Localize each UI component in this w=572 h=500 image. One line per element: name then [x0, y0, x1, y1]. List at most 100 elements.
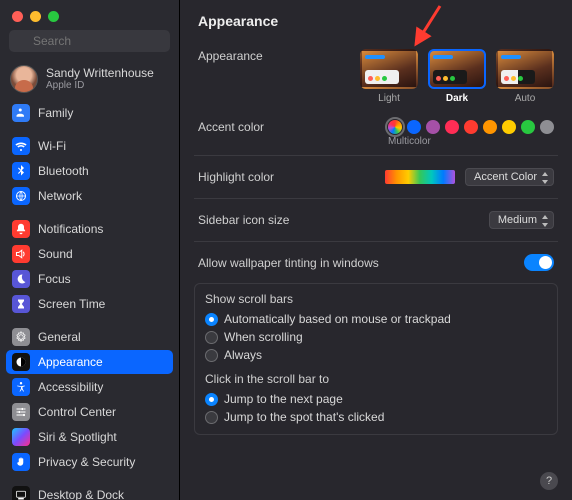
- radio-icon: [205, 393, 218, 406]
- sidebar-icon-label: Sidebar icon size: [198, 213, 298, 227]
- highlight-preview: [385, 170, 455, 184]
- accessibility-icon: [12, 378, 30, 396]
- swatch-blue[interactable]: [407, 120, 421, 134]
- window-controls: [0, 0, 179, 30]
- tinting-switch[interactable]: [524, 254, 554, 271]
- sidebar-item-label: Network: [38, 189, 82, 203]
- radio-label: Always: [224, 348, 262, 362]
- sidebar-item-screen-time[interactable]: Screen Time: [6, 292, 173, 316]
- moon-icon: [12, 270, 30, 288]
- page-title: Appearance: [180, 0, 572, 43]
- option-label: Dark: [428, 93, 486, 104]
- sidebar-nav: Family Wi-Fi Bluetooth Network Notificat…: [0, 101, 179, 500]
- swatch-multicolor[interactable]: [388, 120, 402, 134]
- sliders-icon: [12, 403, 30, 421]
- swatch-orange[interactable]: [483, 120, 497, 134]
- swatch-green[interactable]: [521, 120, 535, 134]
- sidebar-item-label: Accessibility: [38, 380, 103, 394]
- sidebar-item-label: Desktop & Dock: [38, 488, 124, 500]
- bluetooth-icon: [12, 162, 30, 180]
- main-pane: Appearance Appearance Light Dark Auto: [180, 0, 572, 500]
- swatch-red[interactable]: [464, 120, 478, 134]
- radio-label: Jump to the spot that's clicked: [224, 410, 384, 424]
- highlight-popup[interactable]: Accent Color: [465, 168, 554, 186]
- radio-label: Automatically based on mouse or trackpad: [224, 312, 451, 326]
- sidebar-item-notifications[interactable]: Notifications: [6, 217, 173, 241]
- appearance-option-light[interactable]: Light: [360, 49, 418, 104]
- chevrons-icon: [540, 172, 550, 184]
- sidebar-item-label: Wi-Fi: [38, 139, 66, 153]
- radio-icon: [205, 331, 218, 344]
- sidebar-item-wifi[interactable]: Wi-Fi: [6, 134, 173, 158]
- sidebar-item-label: Notifications: [38, 222, 103, 236]
- radio-icon: [205, 411, 218, 424]
- sidebar-item-sound[interactable]: Sound: [6, 242, 173, 266]
- scrollclick-opt-spot[interactable]: Jump to the spot that's clicked: [205, 408, 547, 426]
- scrollbars-opt-scrolling[interactable]: When scrolling: [205, 328, 547, 346]
- radio-label: Jump to the next page: [224, 392, 343, 406]
- sidebar-item-label: Control Center: [38, 405, 116, 419]
- sidebar-item-desktop-dock[interactable]: Desktop & Dock: [6, 483, 173, 500]
- scrollclick-opt-next[interactable]: Jump to the next page: [205, 390, 547, 408]
- sidebar-item-focus[interactable]: Focus: [6, 267, 173, 291]
- radio-icon: [205, 349, 218, 362]
- sidebar-item-accessibility[interactable]: Accessibility: [6, 375, 173, 399]
- help-button[interactable]: ?: [540, 472, 558, 490]
- sidebar-icon-popup[interactable]: Medium: [489, 211, 554, 229]
- sidebar-item-family[interactable]: Family: [6, 101, 173, 125]
- zoom-window-button[interactable]: [48, 11, 59, 22]
- accent-swatches: [388, 120, 554, 134]
- appearance-option-auto[interactable]: Auto: [496, 49, 554, 104]
- sidebar-item-label: Privacy & Security: [38, 455, 135, 469]
- swatch-pink[interactable]: [445, 120, 459, 134]
- option-label: Light: [360, 93, 418, 104]
- family-icon: [12, 104, 30, 122]
- search-input[interactable]: [9, 30, 170, 52]
- sidebar-item-general[interactable]: General: [6, 325, 173, 349]
- hand-icon: [12, 453, 30, 471]
- appearance-option-dark[interactable]: Dark: [428, 49, 486, 104]
- speaker-icon: [12, 245, 30, 263]
- sidebar-item-label: Focus: [38, 272, 71, 286]
- minimize-window-button[interactable]: [30, 11, 41, 22]
- scrollbars-opt-always[interactable]: Always: [205, 346, 547, 364]
- network-icon: [12, 187, 30, 205]
- sidebar-item-bluetooth[interactable]: Bluetooth: [6, 159, 173, 183]
- tinting-label: Allow wallpaper tinting in windows: [198, 256, 379, 270]
- sidebar-item-network[interactable]: Network: [6, 184, 173, 208]
- close-window-button[interactable]: [12, 11, 23, 22]
- hourglass-icon: [12, 295, 30, 313]
- avatar: [10, 65, 38, 93]
- highlight-label: Highlight color: [198, 170, 298, 184]
- sidebar-item-siri[interactable]: Siri & Spotlight: [6, 425, 173, 449]
- sidebar-item-label: Family: [38, 106, 73, 120]
- chevrons-icon: [540, 215, 550, 227]
- gear-icon: [12, 328, 30, 346]
- dock-icon: [12, 486, 30, 500]
- siri-icon: [12, 428, 30, 446]
- bell-icon: [12, 220, 30, 238]
- highlight-value: Accent Color: [474, 171, 537, 183]
- user-name: Sandy Writtenhouse: [46, 67, 154, 80]
- sidebar-item-appearance[interactable]: Appearance: [6, 350, 173, 374]
- appearance-icon: [12, 353, 30, 371]
- apple-id-row[interactable]: Sandy Writtenhouse Apple ID: [0, 61, 179, 101]
- accent-label: Accent color: [198, 120, 298, 134]
- scrollclick-title: Click in the scroll bar to: [205, 372, 547, 386]
- swatch-purple[interactable]: [426, 120, 440, 134]
- sidebar-icon-value: Medium: [498, 214, 537, 226]
- sidebar-item-label: Sound: [38, 247, 73, 261]
- sidebar-item-privacy[interactable]: Privacy & Security: [6, 450, 173, 474]
- search-field[interactable]: [9, 30, 170, 52]
- swatch-yellow[interactable]: [502, 120, 516, 134]
- user-sub: Apple ID: [46, 80, 154, 91]
- swatch-graphite[interactable]: [540, 120, 554, 134]
- scroll-group: Show scroll bars Automatically based on …: [194, 283, 558, 435]
- sidebar: Sandy Writtenhouse Apple ID Family Wi-Fi…: [0, 0, 180, 500]
- sidebar-item-label: General: [38, 330, 81, 344]
- sidebar-item-label: Siri & Spotlight: [38, 430, 117, 444]
- scrollbars-opt-auto[interactable]: Automatically based on mouse or trackpad: [205, 310, 547, 328]
- sidebar-item-control-center[interactable]: Control Center: [6, 400, 173, 424]
- multicolor-label: Multicolor: [388, 136, 554, 147]
- scrollbars-title: Show scroll bars: [205, 292, 547, 306]
